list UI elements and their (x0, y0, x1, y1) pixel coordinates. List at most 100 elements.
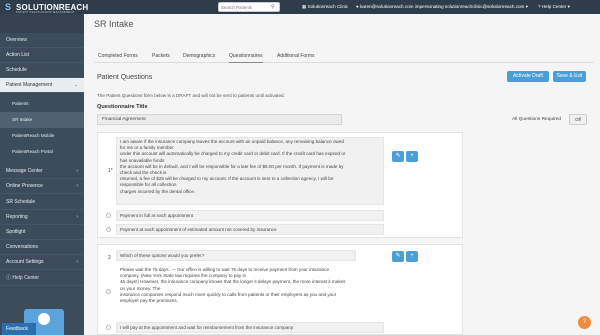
chevron-right-icon: › (76, 214, 78, 220)
sidebar-item-reporting[interactable]: Reporting › (0, 210, 84, 225)
chevron-down-icon: ▾ (525, 4, 528, 9)
plus-icon: + (410, 153, 414, 159)
sidebar-item-label: Spotlight (6, 229, 26, 235)
chevron-down-icon: ▾ (567, 4, 570, 9)
sidebar-item-message-center[interactable]: Message Center › (0, 164, 84, 179)
save-exit-button[interactable]: Save & Exit (553, 71, 586, 82)
chevron-down-icon: ⌄ (73, 82, 78, 88)
top-bar: S SOLUTIONREACH PATIENT RELATIONSHIP MAN… (0, 0, 600, 14)
sidebar: Overview Action List Schedule Patient Ma… (0, 14, 84, 335)
sidebar-item-label: PatientReach Mobile (12, 133, 55, 138)
sidebar-item-label: Schedule (6, 67, 27, 73)
sidebar-subitem-patients[interactable]: Patients (0, 96, 84, 112)
sidebar-item-online-presence[interactable]: Online Presence › (0, 179, 84, 194)
sidebar-item-spotlight[interactable]: Spotlight (0, 225, 84, 240)
sidebar-item-label: Patients (12, 101, 29, 106)
user-icon: ● (356, 4, 359, 9)
chat-icon (38, 313, 50, 325)
questionnaire-title-label: Questionnaire Title (97, 104, 148, 110)
option-radio[interactable] (106, 213, 111, 218)
search-icon[interactable]: ⚲ (271, 4, 277, 11)
sidebar-item-label: Message Center (6, 168, 43, 174)
solutionreach-logo[interactable]: S SOLUTIONREACH PATIENT RELATIONSHIP MAN… (5, 2, 90, 15)
pencil-icon: ✎ (395, 153, 401, 159)
answer-option[interactable]: Payment in full at each appointment (116, 210, 384, 221)
sidebar-item-action-list[interactable]: Action List (0, 48, 84, 63)
building-icon: ▦ (302, 4, 307, 9)
question-card: 2 Which of these options would you prefe… (97, 244, 463, 335)
sidebar-item-label: Reporting (6, 214, 28, 220)
answer-option[interactable]: Payment at each appointment of estimated… (116, 224, 384, 235)
sidebar-subitem-sr-intake[interactable]: SR Intake (0, 112, 84, 128)
question-number: 2 (108, 255, 111, 261)
answer-option[interactable]: Please wait the 75 days. --- Our office … (116, 265, 384, 317)
tab-demographics[interactable]: Demographics (183, 50, 215, 63)
clinic-selector[interactable]: ▦ Solutionreach Clinic (302, 3, 348, 11)
sidebar-item-label: Account Settings (6, 259, 44, 265)
sidebar-header (0, 14, 84, 33)
option-radio[interactable] (106, 227, 111, 232)
option-line: 45 days!) However, the insurance company… (120, 279, 346, 285)
sidebar-item-conversations[interactable]: Conversations (0, 240, 84, 255)
draft-note: The Patient Questions form below is a DR… (97, 93, 285, 98)
patient-search[interactable]: ⚲ (218, 2, 280, 12)
help-fab-icon[interactable]: ? (578, 316, 591, 329)
option-radio[interactable] (106, 289, 111, 294)
chevron-right-icon: › (76, 259, 78, 265)
question-text[interactable]: Which of these options would you prefer? (116, 250, 356, 261)
questionnaire-title-field[interactable]: Financial Agreement (97, 114, 342, 125)
sidebar-item-help-center[interactable]: ⓘ Help Center (0, 271, 84, 286)
sidebar-item-label: PatientReach Portal (12, 149, 53, 154)
add-question-button[interactable]: + (406, 251, 418, 262)
add-question-button[interactable]: + (406, 151, 418, 162)
all-questions-required-toggle[interactable]: Off (569, 114, 587, 125)
page-title: SR Intake (94, 19, 134, 29)
feedback-button[interactable]: Feedback (2, 323, 36, 335)
edit-question-button[interactable]: ✎ (392, 151, 404, 162)
sidebar-item-schedule[interactable]: Schedule (0, 63, 84, 78)
question-text[interactable]: I am aware if the insurance company leav… (116, 137, 384, 205)
help-center-menu[interactable]: ? Help Center ▾ (538, 3, 570, 11)
edit-question-button[interactable]: ✎ (392, 251, 404, 262)
main-content: SR Intake Completed Forms Packets Demogr… (84, 14, 600, 335)
sidebar-item-overview[interactable]: Overview (0, 33, 84, 48)
question-line: Which of these options would you prefer? (120, 253, 205, 258)
logo-mark-icon: S (5, 2, 12, 12)
sidebar-item-label: SR Intake (12, 117, 33, 122)
tab-completed-forms[interactable]: Completed Forms (98, 50, 138, 63)
sidebar-subitem-patientreach-portal[interactable]: PatientReach Portal (0, 144, 84, 160)
tab-packets[interactable]: Packets (152, 50, 170, 63)
question-line: under this account will automatically be… (120, 151, 346, 157)
user-label: karen@solutionreach.com impersonating so… (360, 4, 525, 9)
tab-bar: Completed Forms Packets Demographics Que… (94, 50, 594, 63)
all-questions-required-label: All Questions Required (512, 117, 562, 122)
sidebar-subitem-patientreach-mobile[interactable]: PatientReach Mobile (0, 128, 84, 144)
sidebar-item-label: Help Center (12, 275, 40, 281)
chevron-right-icon: › (76, 168, 78, 174)
sidebar-item-label: Online Presence (6, 183, 43, 189)
sidebar-item-patient-management[interactable]: Patient Management ⌄ (0, 78, 84, 93)
option-line: employer pay the premiums. (120, 298, 178, 304)
question-icon: ? (538, 4, 541, 9)
answer-option[interactable]: I will pay at the appointment and wait f… (116, 322, 384, 333)
sidebar-item-label: Patient Management (6, 82, 53, 88)
question-line: charges incurred by the dental office. (120, 188, 196, 194)
sidebar-item-label: Conversations (6, 244, 38, 250)
sidebar-item-sr-schedule[interactable]: SR Schedule (0, 195, 84, 210)
chevron-right-icon: › (76, 183, 78, 189)
sidebar-item-label: Action List (6, 52, 30, 58)
question-number: 1* (108, 168, 113, 174)
activate-draft-button[interactable]: Activate Draft (507, 71, 549, 82)
user-menu[interactable]: ● karen@solutionreach.com impersonating … (356, 3, 528, 11)
option-radio[interactable] (106, 325, 111, 330)
tab-additional-forms[interactable]: Additional Forms (277, 50, 315, 63)
question-card: 1* I am aware if the insurance company l… (97, 132, 463, 238)
section-title: Patient Questions (97, 74, 153, 81)
plus-icon: + (410, 253, 414, 259)
search-input[interactable] (221, 4, 269, 11)
clinic-name: Solutionreach Clinic (307, 4, 349, 9)
sidebar-item-label: Overview (6, 37, 27, 43)
help-center-label: Help Center (541, 4, 567, 9)
sidebar-item-account-settings[interactable]: Account Settings › (0, 255, 84, 270)
tab-questionnaires[interactable]: Questionnaires (229, 50, 263, 63)
